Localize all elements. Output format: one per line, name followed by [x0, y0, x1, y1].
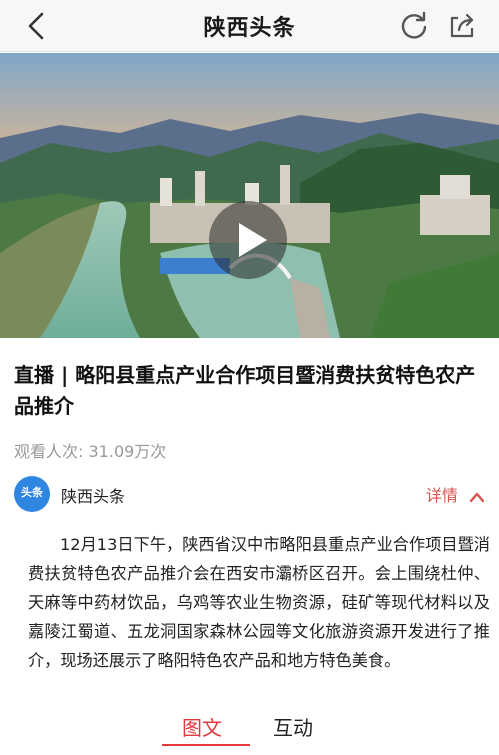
tab-interaction[interactable]: 互动	[273, 712, 313, 741]
landscape-image	[0, 53, 499, 338]
refresh-icon[interactable]	[398, 9, 430, 41]
source-name[interactable]: 陕西头条	[61, 483, 125, 507]
view-count-value: 31.09万次	[88, 442, 167, 461]
tab-graphic[interactable]: 图文	[182, 712, 222, 741]
view-count-label: 观看人次:	[14, 442, 84, 461]
top-bar: 陕西头条	[0, 0, 499, 52]
chevron-up-icon	[469, 492, 485, 502]
article-headline: 直播 | 略阳县重点产业合作项目暨消费扶贫特色农产品推介	[14, 363, 476, 418]
active-tab-indicator	[162, 744, 250, 746]
details-label: 详情	[425, 486, 458, 505]
source-avatar[interactable]: 头条	[14, 476, 50, 512]
article-body: 12月13日下午，陕西省汉中市略阳县重点产业合作项目暨消费扶贫特色农产品推介会在…	[28, 535, 490, 670]
tab-bar: 图文 互动	[0, 702, 499, 755]
share-icon[interactable]	[446, 9, 478, 41]
source-row: 头条 陕西头条 详情	[14, 476, 485, 512]
details-toggle[interactable]: 详情	[426, 482, 485, 506]
play-button[interactable]	[209, 201, 287, 279]
play-icon	[239, 223, 267, 257]
video-thumbnail[interactable]	[0, 53, 499, 338]
view-count: 观看人次: 31.09万次	[14, 438, 166, 462]
